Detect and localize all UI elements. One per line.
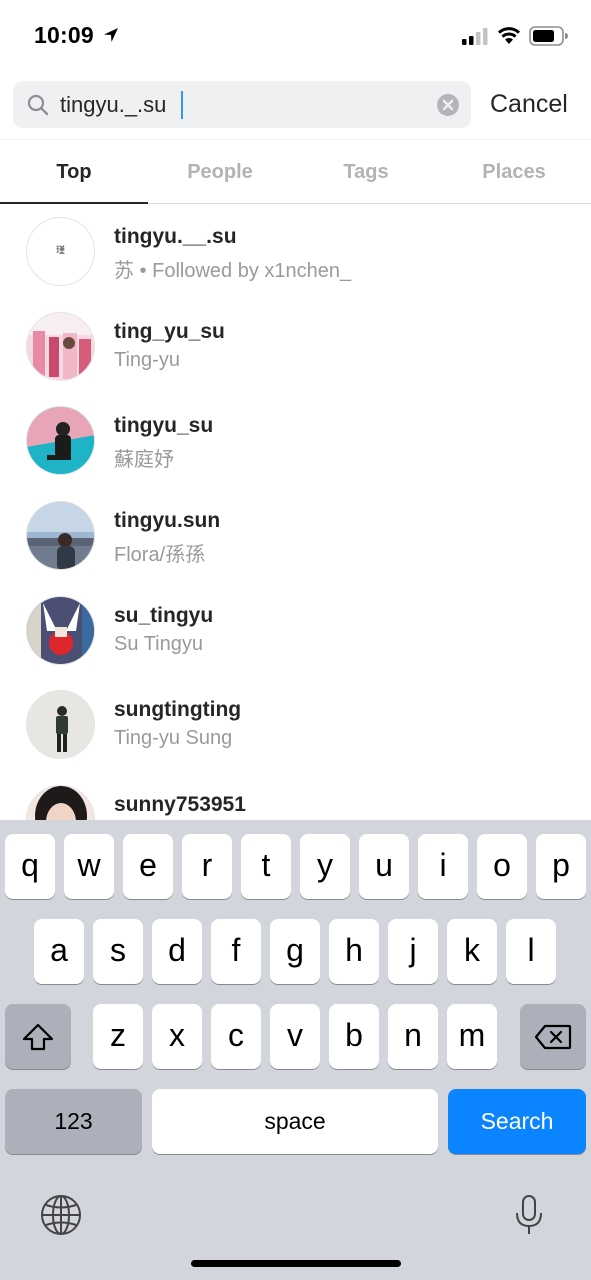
result-username: su_tingyu (114, 604, 214, 627)
list-item[interactable]: tingyu_su 蘇庭妤 (0, 393, 591, 488)
result-username: tingyu.__.su (114, 225, 237, 248)
key-y[interactable]: y (300, 834, 350, 899)
key-p[interactable]: p (536, 834, 586, 899)
key-n[interactable]: n (388, 1004, 438, 1069)
avatar-glyph: 瑾 (55, 246, 65, 256)
location-arrow-icon (104, 28, 118, 42)
avatar-photo (27, 786, 94, 820)
key-t[interactable]: t (241, 834, 291, 899)
tab-people[interactable]: People (146, 140, 294, 204)
tab-tags[interactable]: Tags (292, 140, 440, 204)
key-e[interactable]: e (123, 834, 173, 899)
result-subtitle: 苏 • Followed by x1nchen_ (114, 260, 352, 282)
result-subtitle: Ting-yu (114, 349, 180, 371)
list-item[interactable]: tingyu.sun Flora/孫孫 (0, 488, 591, 583)
key-s[interactable]: s (93, 919, 143, 984)
list-item[interactable]: sunny753951 (0, 772, 591, 820)
cellular-signal-icon (462, 28, 488, 45)
clear-x-icon[interactable] (437, 94, 459, 116)
status-time: 10:09 (34, 22, 94, 48)
list-item[interactable]: sungtingting Ting-yu Sung (0, 677, 591, 772)
search-key[interactable]: Search (448, 1089, 586, 1154)
result-subtitle: Ting-yu Sung (114, 727, 233, 749)
result-username: ting_yu_su (114, 320, 225, 343)
globe-icon[interactable] (40, 1194, 82, 1236)
space-key[interactable]: space (152, 1089, 438, 1154)
wifi-icon (498, 27, 520, 44)
key-l[interactable]: l (506, 919, 556, 984)
key-k[interactable]: k (447, 919, 497, 984)
avatar (26, 406, 95, 475)
backspace-icon (534, 1024, 572, 1050)
list-item[interactable]: su_tingyu Su Tingyu (0, 583, 591, 678)
tab-places[interactable]: Places (440, 140, 588, 204)
key-d[interactable]: d (152, 919, 202, 984)
avatar-photo (27, 691, 94, 758)
avatar-photo (27, 502, 94, 569)
search-results-list: 瑾 tingyu.__.su 苏 • Followed by x1nchen_ … (0, 204, 591, 820)
text-caret (181, 91, 183, 119)
avatar: 瑾 (26, 217, 95, 286)
key-i[interactable]: i (418, 834, 468, 899)
backspace-key[interactable] (520, 1004, 586, 1069)
key-j[interactable]: j (388, 919, 438, 984)
avatar-photo (27, 597, 94, 664)
shift-icon (22, 1023, 54, 1051)
search-tabs: Top People Tags Places (0, 139, 591, 204)
key-g[interactable]: g (270, 919, 320, 984)
list-item[interactable]: ting_yu_su Ting-yu (0, 299, 591, 394)
key-m[interactable]: m (447, 1004, 497, 1069)
avatar-photo (27, 313, 94, 380)
key-x[interactable]: x (152, 1004, 202, 1069)
search-field[interactable]: tingyu._.su (13, 81, 471, 128)
result-username: tingyu_su (114, 414, 214, 437)
avatar-photo (27, 407, 94, 474)
key-z[interactable]: z (93, 1004, 143, 1069)
key-q[interactable]: q (5, 834, 55, 899)
key-h[interactable]: h (329, 919, 379, 984)
numbers-key[interactable]: 123 (5, 1089, 142, 1154)
status-bar: 10:09 (0, 0, 591, 72)
avatar (26, 501, 95, 570)
avatar (26, 690, 95, 759)
cancel-button[interactable]: Cancel (490, 90, 568, 119)
tab-top[interactable]: Top (0, 140, 148, 204)
magnifier-icon (27, 94, 49, 116)
key-f[interactable]: f (211, 919, 261, 984)
avatar (26, 596, 95, 665)
result-username: sunny753951 (114, 793, 246, 816)
key-o[interactable]: o (477, 834, 527, 899)
onscreen-keyboard: q w e r t y u i o p a s d f g h j k l z … (0, 820, 591, 1280)
key-c[interactable]: c (211, 1004, 261, 1069)
search-input[interactable]: tingyu._.su (60, 90, 166, 120)
key-b[interactable]: b (329, 1004, 379, 1069)
result-subtitle: 蘇庭妤 (114, 449, 174, 471)
avatar (26, 785, 95, 820)
microphone-icon[interactable] (514, 1194, 544, 1236)
list-item[interactable]: 瑾 tingyu.__.su 苏 • Followed by x1nchen_ (0, 204, 591, 299)
result-username: tingyu.sun (114, 509, 221, 532)
avatar (26, 312, 95, 381)
shift-key[interactable] (5, 1004, 71, 1069)
result-subtitle: Su Tingyu (114, 633, 203, 655)
key-u[interactable]: u (359, 834, 409, 899)
battery-icon (529, 26, 568, 46)
key-v[interactable]: v (270, 1004, 320, 1069)
key-a[interactable]: a (34, 919, 84, 984)
result-subtitle: Flora/孫孫 (114, 544, 206, 566)
home-indicator[interactable] (191, 1260, 401, 1267)
result-username: sungtingting (114, 698, 242, 721)
key-w[interactable]: w (64, 834, 114, 899)
key-r[interactable]: r (182, 834, 232, 899)
